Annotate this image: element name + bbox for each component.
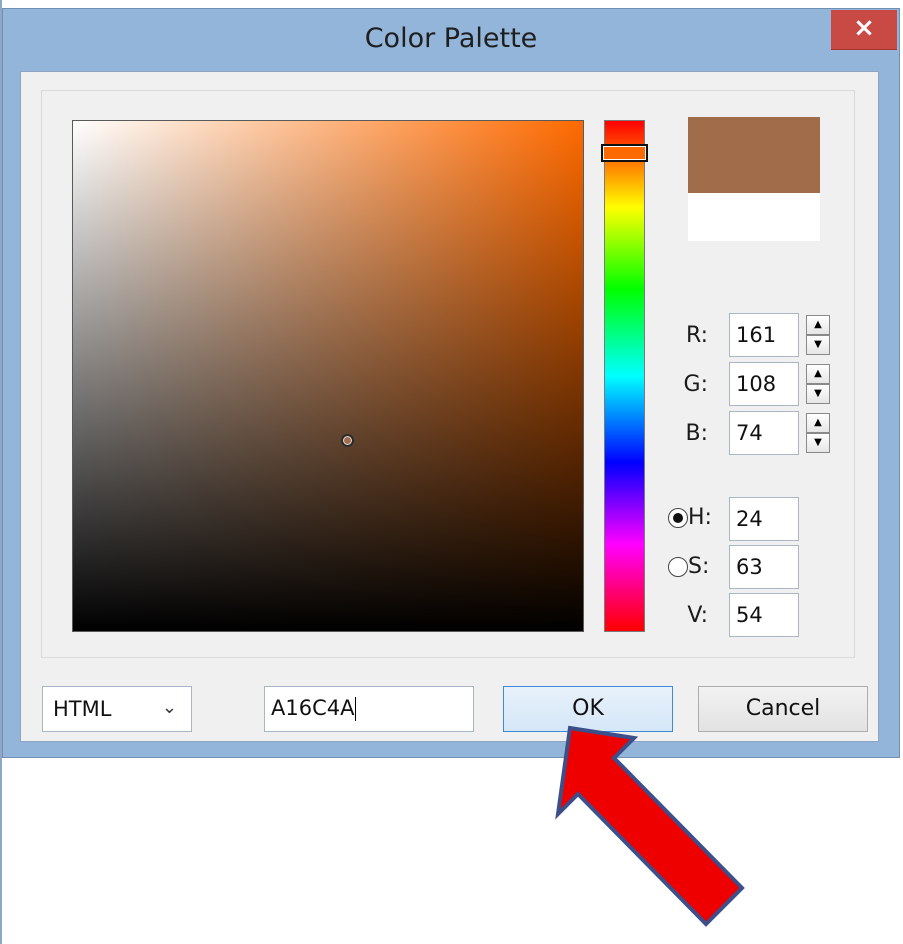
v-input[interactable]: 54 [729, 593, 799, 637]
saturation-radio[interactable] [668, 557, 688, 577]
chevron-down-icon: ⌄ [161, 697, 177, 718]
dialog-body: R: 161 ▲ ▼ G: 108 ▲ ▼ B: 74 ▲ ▼ H: 24 S:… [20, 71, 879, 742]
triangle-up-icon[interactable]: ▲ [806, 413, 830, 433]
hue-marker-fill [603, 146, 646, 160]
ok-button[interactable]: OK [503, 686, 673, 732]
radio-selected-dot [673, 513, 683, 523]
g-label: G: [683, 372, 708, 397]
saturation-value-square[interactable] [72, 120, 584, 632]
hue-slider[interactable] [604, 120, 645, 632]
color-palette-dialog: Color Palette × R: 161 ▲ ▼ G: 108 ▲ ▼ B:… [2, 8, 900, 758]
new-color-preview [688, 117, 820, 193]
close-button[interactable]: × [831, 10, 897, 50]
hue-radio[interactable] [668, 508, 688, 528]
s-input[interactable]: 63 [729, 545, 799, 589]
title-bar[interactable]: Color Palette × [3, 9, 899, 73]
v-label: V: [687, 603, 708, 628]
s-label: S: [688, 554, 710, 579]
b-input[interactable]: 74 [729, 411, 799, 455]
triangle-up-icon[interactable]: ▲ [806, 364, 830, 384]
r-spinner[interactable]: ▲ ▼ [806, 315, 830, 359]
g-spinner[interactable]: ▲ ▼ [806, 364, 830, 408]
cancel-button[interactable]: Cancel [698, 686, 868, 732]
text-caret [355, 697, 357, 721]
triangle-down-icon[interactable]: ▼ [806, 335, 830, 355]
r-input[interactable]: 161 [729, 313, 799, 357]
triangle-down-icon[interactable]: ▼ [806, 433, 830, 453]
dialog-title: Color Palette [364, 23, 538, 54]
h-label: H: [688, 505, 712, 530]
triangle-up-icon[interactable]: ▲ [806, 315, 830, 335]
format-selected-value: HTML [53, 697, 112, 721]
r-label: R: [685, 323, 708, 348]
b-label: B: [685, 421, 708, 446]
close-icon: × [853, 13, 875, 43]
sv-marker[interactable] [341, 434, 354, 447]
hex-value: A16C4A [271, 696, 355, 720]
hex-input[interactable]: A16C4A [264, 686, 474, 732]
hue-marker[interactable] [601, 144, 648, 162]
triangle-down-icon[interactable]: ▼ [806, 384, 830, 404]
format-select[interactable]: HTML ⌄ [42, 686, 192, 732]
g-input[interactable]: 108 [729, 362, 799, 406]
b-spinner[interactable]: ▲ ▼ [806, 413, 830, 457]
color-picker-group: R: 161 ▲ ▼ G: 108 ▲ ▼ B: 74 ▲ ▼ H: 24 S:… [41, 90, 855, 658]
h-input[interactable]: 24 [729, 497, 799, 541]
previous-color-preview [688, 193, 820, 241]
